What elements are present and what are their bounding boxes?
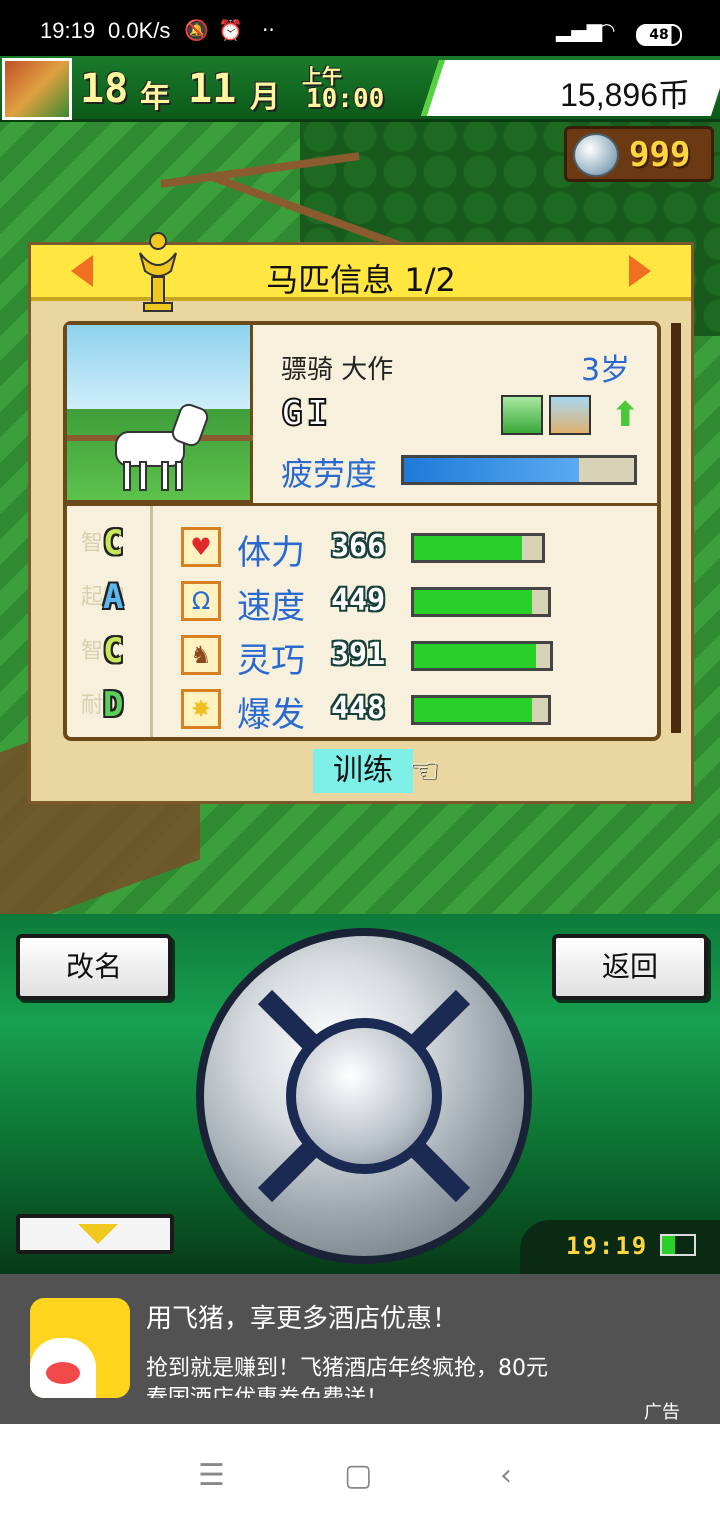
signal-icon: ▂▄▆ bbox=[556, 18, 603, 42]
gem-counter[interactable]: 999 bbox=[564, 126, 714, 182]
month-unit: 月 bbox=[250, 80, 280, 115]
status-time: 19:19 bbox=[40, 18, 96, 43]
ad-banner[interactable]: 用飞猪，享更多酒店优惠！ 抢到就是赚到！飞猪酒店年终疯抢，80元春国酒店优惠券免… bbox=[0, 1274, 720, 1424]
horse-leg bbox=[161, 461, 169, 491]
horse-card: 骠骑 大作 3岁 GI ⬆ 疲劳度 智 C ♥ 体力 366 起跑 A Ω 速度… bbox=[63, 321, 661, 741]
game-clock: 10:00 bbox=[306, 84, 385, 114]
ad-title: 用飞猪，享更多酒店优惠！ bbox=[146, 1304, 459, 1334]
chevron-down-icon bbox=[78, 1224, 118, 1244]
dpad[interactable] bbox=[196, 928, 532, 1264]
stat-value: 366 bbox=[331, 529, 386, 564]
horse-name: 骠骑 大作 bbox=[281, 355, 394, 385]
gem-count: 999 bbox=[629, 135, 691, 175]
back-button[interactable]: 返回 bbox=[552, 934, 708, 1000]
horse-leg bbox=[139, 461, 147, 491]
wifi-icon: ◠ bbox=[598, 18, 616, 42]
mute-icon: 🔕 bbox=[184, 18, 209, 42]
navigation-bar: ☰ ▢ ‹ bbox=[0, 1424, 720, 1520]
money-value: 15,896币 bbox=[560, 77, 690, 113]
controller-panel: 改名 返回 19:19 bbox=[0, 914, 720, 1274]
stat-grade: C bbox=[103, 631, 124, 671]
stat-bar bbox=[411, 533, 545, 563]
top-hud: 18 年 11 月 上午 10:00 15,896币 bbox=[0, 56, 720, 122]
ad-body: 抢到就是赚到！飞猪酒店年终疯抢，80元春国酒店优惠券免费送！ bbox=[146, 1356, 548, 1398]
fatigue-bar bbox=[401, 455, 637, 485]
stat-ghost-label: 耐 bbox=[81, 693, 104, 718]
rename-button[interactable]: 改名 bbox=[16, 934, 172, 1000]
horse-portrait bbox=[67, 325, 253, 503]
heart-icon: ♥ bbox=[181, 527, 221, 567]
battery-icon: 48 bbox=[636, 24, 682, 46]
month-value: 11 bbox=[188, 66, 237, 112]
horseshoe-icon: Ω bbox=[181, 581, 221, 621]
up-arrow-icon: ⬆ bbox=[611, 395, 640, 435]
panel-title: 马匹信息 1/2 bbox=[266, 261, 456, 299]
alarm-icon: ⏰ bbox=[218, 18, 243, 42]
next-page-arrow-icon[interactable] bbox=[629, 255, 651, 287]
dpad-center-button[interactable] bbox=[286, 1018, 442, 1174]
burst-icon: ✸ bbox=[181, 689, 221, 729]
season-thumbnail bbox=[2, 58, 72, 120]
ad-tag: 广告 bbox=[644, 1402, 680, 1423]
battery-icon bbox=[660, 1234, 696, 1256]
stat-bar-fill bbox=[414, 644, 537, 668]
panel-header: 马匹信息 1/2 bbox=[31, 245, 691, 301]
stat-grade: D bbox=[103, 685, 124, 725]
home-icon[interactable]: ▢ bbox=[344, 1458, 372, 1493]
more-dots-icon: ·· bbox=[262, 18, 275, 42]
stat-bar-fill bbox=[414, 698, 532, 722]
stat-row: 起跑 A Ω 速度 449 bbox=[67, 577, 657, 627]
stat-ghost-label: 智 bbox=[81, 639, 104, 664]
device-clock: 19:19 bbox=[566, 1232, 649, 1260]
fliggy-logo-icon bbox=[30, 1298, 130, 1398]
stat-value: 448 bbox=[331, 691, 386, 726]
panel-scrollbar[interactable] bbox=[671, 323, 681, 733]
device-clock-panel: 19:19 bbox=[520, 1220, 720, 1274]
turf-badge-icon bbox=[501, 395, 543, 435]
stat-label: 速度 bbox=[237, 587, 305, 627]
stat-grade: A bbox=[103, 577, 124, 617]
pig-snout bbox=[46, 1362, 80, 1384]
horse-leg bbox=[175, 461, 183, 491]
stat-row: 耐 D ✸ 爆发 448 bbox=[67, 685, 657, 735]
year-value: 18 bbox=[80, 66, 129, 112]
stat-row: 智 C ♞ 灵巧 391 bbox=[67, 631, 657, 681]
stat-value: 449 bbox=[331, 583, 386, 618]
stat-label: 爆发 bbox=[237, 695, 305, 735]
year-unit: 年 bbox=[140, 80, 170, 115]
horse-grade: GI bbox=[280, 392, 333, 435]
pointing-hand-icon: ☜ bbox=[409, 751, 440, 791]
dirt-badge-icon bbox=[549, 395, 591, 435]
stat-label: 体力 bbox=[237, 533, 305, 573]
horseshoe-coin-icon bbox=[573, 133, 619, 177]
stat-bar bbox=[411, 587, 551, 617]
trophy-icon bbox=[139, 232, 177, 312]
status-bar: 19:19 0.0K/s 🔕 ⏰ ·· ▂▄▆ ◠ 48 bbox=[0, 0, 720, 56]
stat-label: 灵巧 bbox=[237, 641, 305, 681]
status-net-rate: 0.0K/s bbox=[108, 18, 171, 43]
train-button[interactable]: 训练 bbox=[313, 749, 413, 793]
stat-grade: C bbox=[103, 523, 124, 563]
menu-toggle-button[interactable] bbox=[16, 1214, 174, 1254]
stat-value: 391 bbox=[331, 637, 386, 672]
horse-age: 3岁 bbox=[581, 353, 631, 388]
horse-info-panel: 马匹信息 1/2 骠骑 大作 3岁 GI ⬆ 疲劳度 智 C ♥ 体力 366 … bbox=[28, 232, 694, 804]
stat-bar-fill bbox=[414, 536, 522, 560]
card-divider bbox=[67, 503, 657, 506]
horse-icon: ♞ bbox=[181, 635, 221, 675]
stat-bar bbox=[411, 695, 551, 725]
stat-ghost-label: 智 bbox=[81, 531, 104, 556]
stat-bar bbox=[411, 641, 553, 671]
horse-leg bbox=[123, 461, 131, 491]
stat-bar-fill bbox=[414, 590, 532, 614]
fatigue-bar-fill bbox=[404, 458, 579, 482]
stat-row: 智 C ♥ 体力 366 bbox=[67, 523, 657, 573]
menu-icon[interactable]: ☰ bbox=[198, 1458, 225, 1493]
back-icon[interactable]: ‹ bbox=[500, 1458, 512, 1493]
fatigue-label: 疲劳度 bbox=[281, 455, 378, 493]
